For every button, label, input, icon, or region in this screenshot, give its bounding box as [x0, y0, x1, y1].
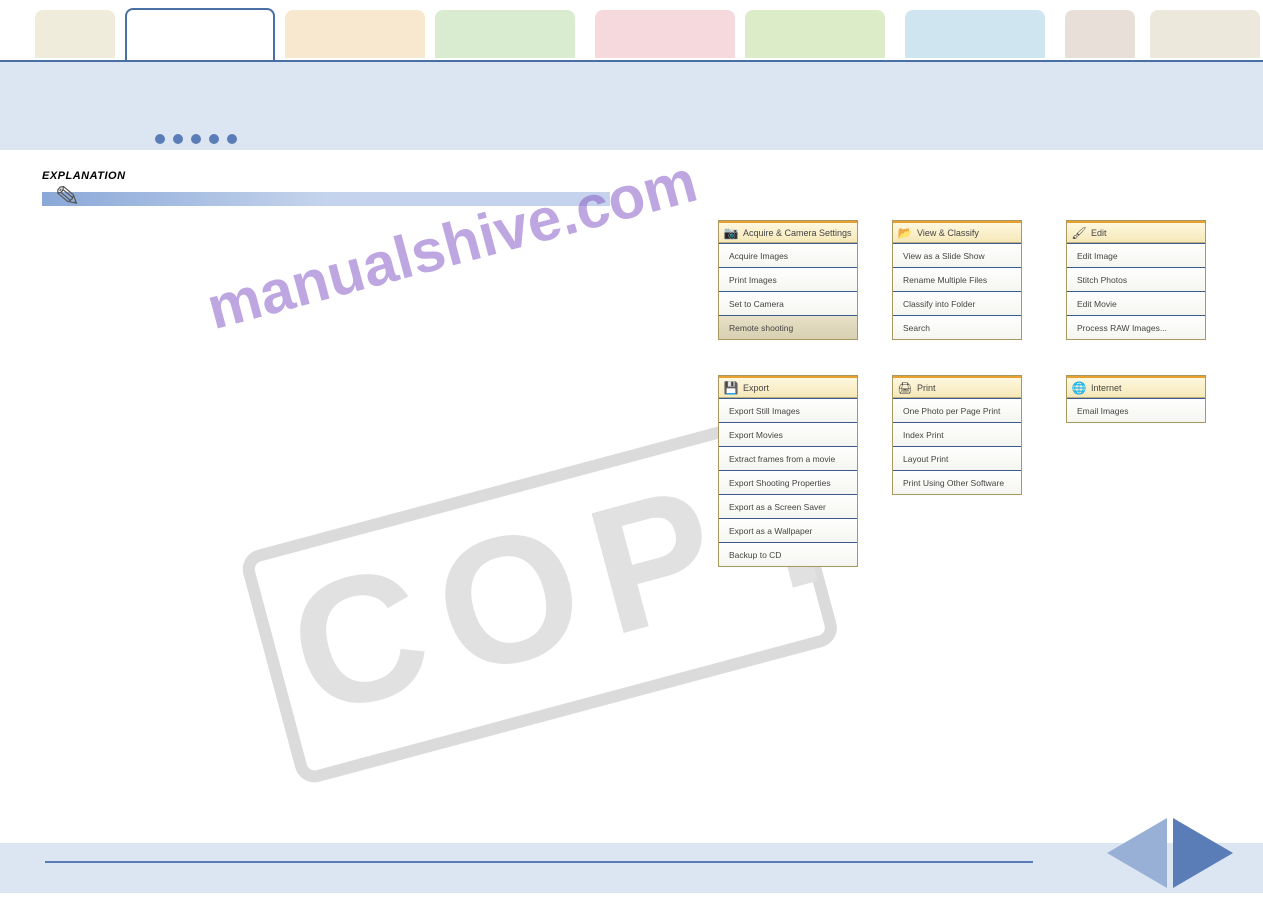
content-area: EXPLANATION ✎ COPY manualshive.com 📷 Acq… [0, 160, 1263, 843]
panel-edit: 🖌 Edit Edit Image Stitch Photos Edit Mov… [1066, 220, 1206, 340]
footer [0, 843, 1263, 893]
panel-print-title: Print [917, 383, 936, 393]
tab-4[interactable] [435, 10, 575, 58]
menu-item[interactable]: Extract frames from a movie [719, 446, 857, 470]
panel-acquire-header[interactable]: 📷 Acquire & Camera Settings [719, 221, 857, 243]
panel-edit-header[interactable]: 🖌 Edit [1067, 221, 1205, 243]
panel-acquire: 📷 Acquire & Camera Settings Acquire Imag… [718, 220, 858, 340]
menu-item[interactable]: Layout Print [893, 446, 1021, 470]
menu-item[interactable]: Export Movies [719, 422, 857, 446]
globe-icon: 🌐 [1071, 380, 1087, 396]
folder-icon: 📂 [897, 225, 913, 241]
menu-item[interactable]: Classify into Folder [893, 291, 1021, 315]
menu-item[interactable]: Edit Image [1067, 243, 1205, 267]
panel-export-title: Export [743, 383, 769, 393]
tab-9[interactable] [1150, 10, 1260, 58]
menu-item[interactable]: Export Still Images [719, 398, 857, 422]
menu-item[interactable]: Process RAW Images... [1067, 315, 1205, 339]
watermark-stamp: COPY [207, 258, 1013, 922]
menu-item[interactable]: Index Print [893, 422, 1021, 446]
panel-internet-title: Internet [1091, 383, 1122, 393]
dot-icon [191, 134, 201, 144]
menu-item[interactable]: Acquire Images [719, 243, 857, 267]
next-page-button[interactable] [1173, 818, 1233, 888]
camera-icon: 📷 [723, 225, 739, 241]
menu-item[interactable]: Backup to CD [719, 542, 857, 566]
tab-2-active[interactable] [125, 8, 275, 60]
tab-8[interactable] [1065, 10, 1135, 58]
tab-5[interactable] [595, 10, 735, 58]
panel-export-header[interactable]: 💾 Export [719, 376, 857, 398]
menu-item[interactable]: Search [893, 315, 1021, 339]
edit-icon: 🖌 [1071, 225, 1087, 241]
dot-icon [173, 134, 183, 144]
watermark-site: manualshive.com [200, 146, 704, 343]
menu-item[interactable]: Rename Multiple Files [893, 267, 1021, 291]
menu-item[interactable]: Edit Movie [1067, 291, 1205, 315]
menu-item[interactable]: Email Images [1067, 398, 1205, 422]
panel-print: 🖨 Print One Photo per Page Print Index P… [892, 375, 1022, 495]
panel-view: 📂 View & Classify View as a Slide Show R… [892, 220, 1022, 340]
nav-arrows [1107, 818, 1233, 888]
explanation-bar [42, 192, 610, 206]
menu-item[interactable]: Print Images [719, 267, 857, 291]
menu-item[interactable]: Export as a Screen Saver [719, 494, 857, 518]
panel-export: 💾 Export Export Still Images Export Movi… [718, 375, 858, 567]
banner [0, 60, 1263, 150]
menu-item[interactable]: Export as a Wallpaper [719, 518, 857, 542]
export-icon: 💾 [723, 380, 739, 396]
prev-page-button[interactable] [1107, 818, 1167, 888]
tab-bar [0, 0, 1263, 60]
panel-edit-title: Edit [1091, 228, 1107, 238]
panel-view-title: View & Classify [917, 228, 979, 238]
tab-6[interactable] [745, 10, 885, 58]
menu-item[interactable]: One Photo per Page Print [893, 398, 1021, 422]
dot-icon [155, 134, 165, 144]
panel-print-header[interactable]: 🖨 Print [893, 376, 1021, 398]
dot-icon [227, 134, 237, 144]
dots-decoration [155, 134, 237, 144]
menu-item[interactable]: Print Using Other Software [893, 470, 1021, 494]
dot-icon [209, 134, 219, 144]
menu-item-highlighted[interactable]: Remote shooting [719, 315, 857, 339]
menu-item[interactable]: Set to Camera [719, 291, 857, 315]
panel-internet: 🌐 Internet Email Images [1066, 375, 1206, 423]
menu-item[interactable]: View as a Slide Show [893, 243, 1021, 267]
pencil-icon: ✎ [54, 179, 82, 216]
menu-item[interactable]: Export Shooting Properties [719, 470, 857, 494]
panel-acquire-title: Acquire & Camera Settings [743, 228, 852, 238]
panel-view-header[interactable]: 📂 View & Classify [893, 221, 1021, 243]
tab-3[interactable] [285, 10, 425, 58]
panel-internet-header[interactable]: 🌐 Internet [1067, 376, 1205, 398]
menu-item[interactable]: Stitch Photos [1067, 267, 1205, 291]
tab-7[interactable] [905, 10, 1045, 58]
footer-line [45, 861, 1033, 863]
printer-icon: 🖨 [897, 380, 913, 396]
tab-1[interactable] [35, 10, 115, 58]
